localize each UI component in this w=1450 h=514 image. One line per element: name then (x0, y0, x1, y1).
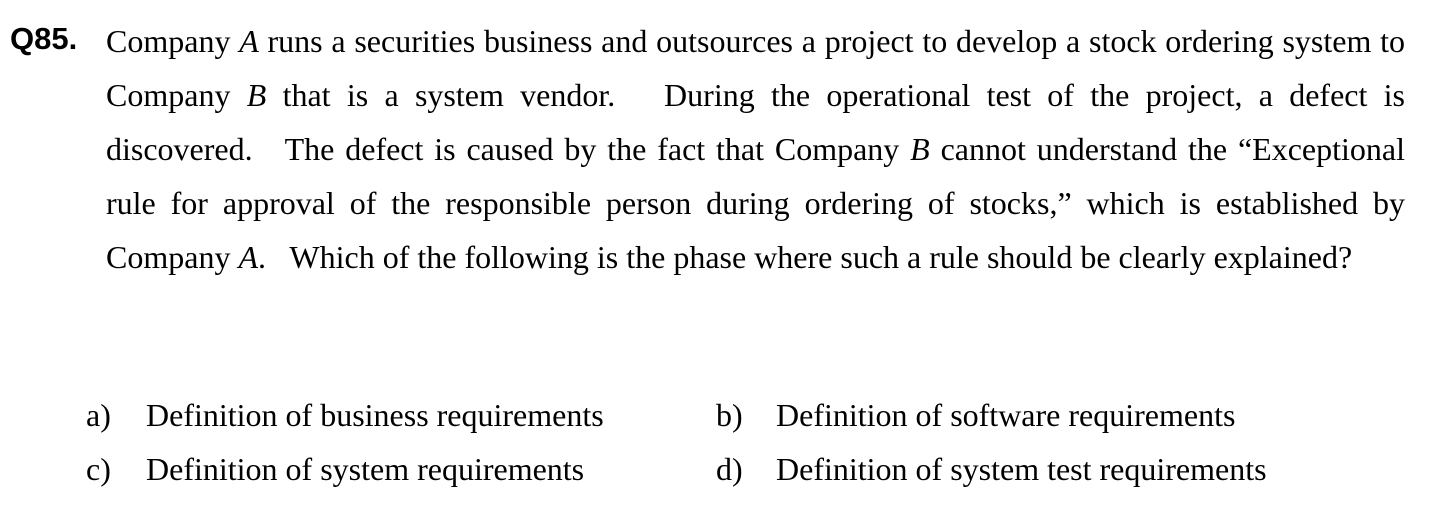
company-name: B (910, 131, 930, 167)
question-block: Q85. Company A runs a securities busines… (10, 14, 1405, 284)
option-text: Definition of business requirements (146, 397, 604, 433)
option-letter: c) (86, 451, 111, 487)
company-name: A (239, 23, 259, 59)
question-text-segment: Company (106, 23, 240, 59)
question-text-segment: . Which of the following is the phase wh… (257, 239, 1353, 275)
option-text: Definition of software requirements (776, 397, 1236, 433)
option-letter: a) (86, 397, 111, 433)
question-text: Company A runs a securities business and… (106, 14, 1405, 284)
question-number: Q85. (10, 21, 78, 56)
option-text: Definition of system requirements (146, 451, 585, 487)
option-text: Definition of system test requirements (776, 451, 1267, 487)
company-name: B (246, 77, 267, 113)
company-name: A (238, 239, 258, 275)
option-b[interactable]: b) Definition of software requirements (716, 388, 1235, 442)
option-letter: b) (716, 397, 743, 433)
option-a[interactable]: a) Definition of business requirements (86, 388, 604, 442)
option-d[interactable]: d) Definition of system test requirements (716, 442, 1267, 496)
option-c[interactable]: c) Definition of system requirements (86, 442, 584, 496)
option-letter: d) (716, 451, 743, 487)
